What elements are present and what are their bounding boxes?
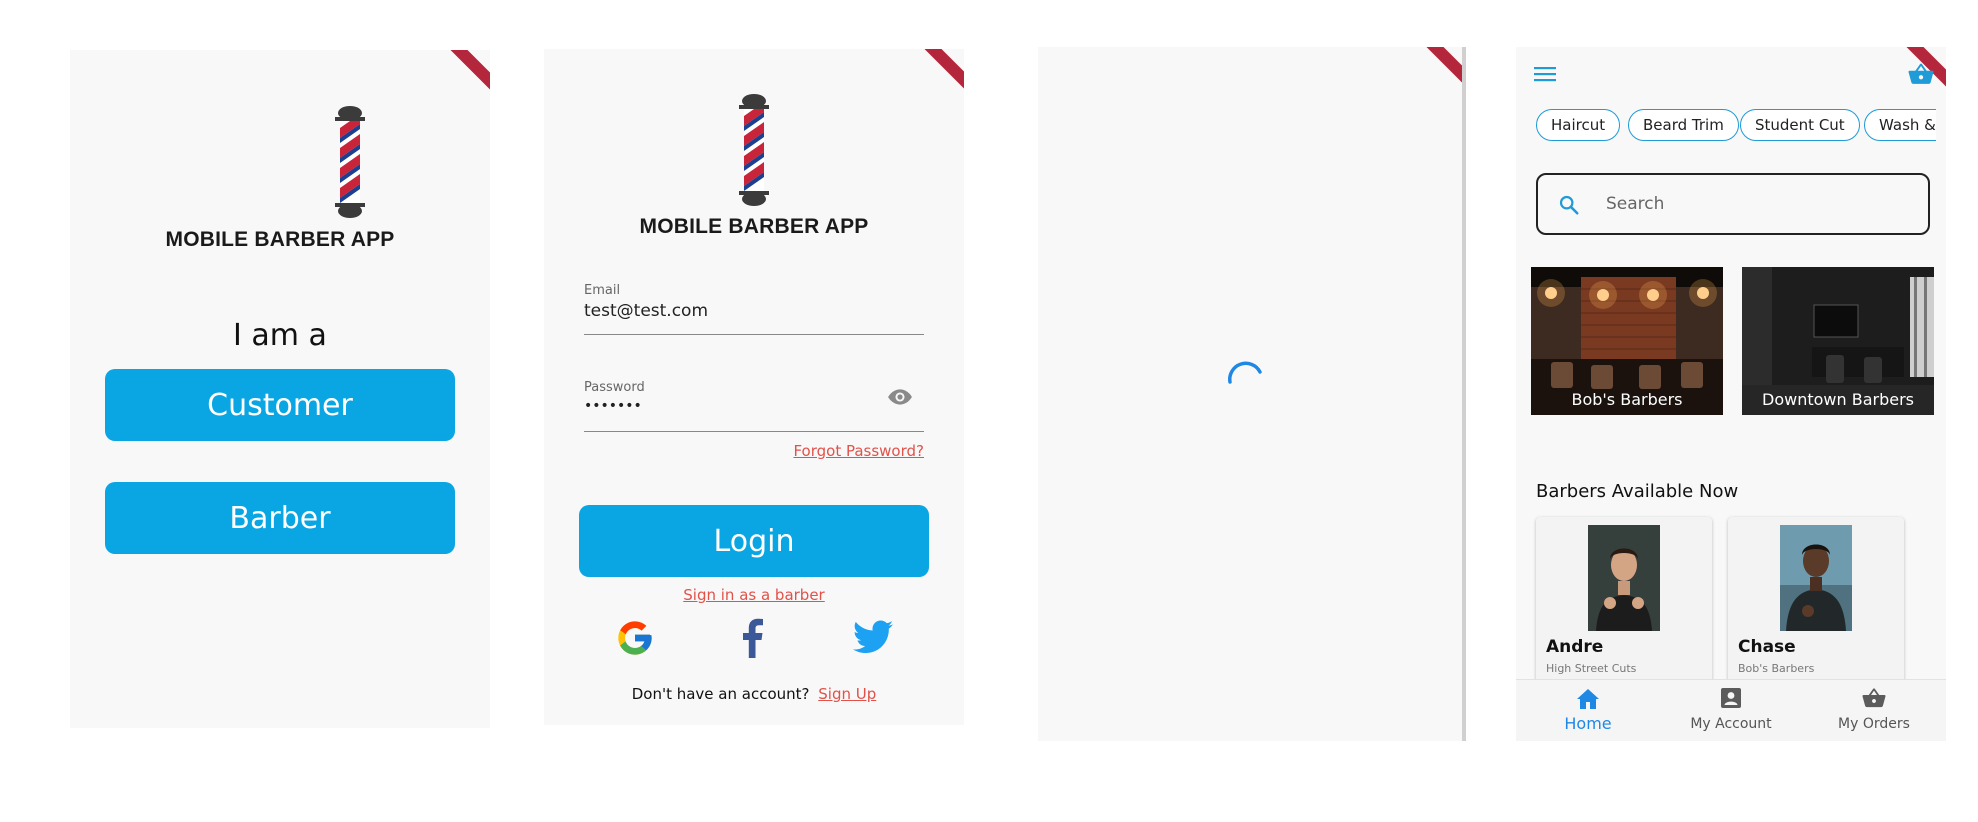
shop-card[interactable]: Bob's Barbers bbox=[1531, 267, 1723, 415]
email-label: Email bbox=[584, 283, 621, 298]
eye-icon[interactable] bbox=[887, 388, 913, 406]
barber-card[interactable]: Andre High Street Cuts bbox=[1536, 517, 1712, 687]
account-box-icon bbox=[1721, 688, 1741, 708]
home-screen: Haircut Beard Trim Student Cut Wash & Se… bbox=[1516, 47, 1946, 741]
barber-signin-link[interactable]: Sign in as a barber bbox=[544, 586, 964, 604]
barber-photo bbox=[1780, 525, 1852, 631]
chip-beard-trim[interactable]: Beard Trim bbox=[1628, 109, 1739, 141]
google-icon[interactable] bbox=[615, 618, 655, 658]
nav-my-account[interactable]: My Account bbox=[1659, 680, 1803, 740]
menu-icon[interactable] bbox=[1534, 66, 1556, 82]
shop-card[interactable]: Downtown Barbers bbox=[1742, 267, 1934, 415]
barber-name: Andre bbox=[1546, 637, 1604, 657]
shop-name: Bob's Barbers bbox=[1571, 390, 1683, 409]
nav-home-label: Home bbox=[1564, 714, 1612, 733]
login-screen: MOBILE BARBER APP Email test@test.com Pa… bbox=[544, 49, 964, 725]
shop-name: Downtown Barbers bbox=[1762, 390, 1914, 409]
basket-icon[interactable] bbox=[1908, 63, 1934, 85]
role-prompt: I am a bbox=[233, 318, 327, 353]
barber-button[interactable]: Barber bbox=[105, 482, 455, 554]
loading-screen bbox=[1038, 47, 1466, 741]
bottom-nav: Home My Account My Orders bbox=[1516, 679, 1946, 741]
customer-button[interactable]: Customer bbox=[105, 369, 455, 441]
app-title: MOBILE BARBER APP bbox=[639, 215, 869, 238]
chip-haircut[interactable]: Haircut bbox=[1536, 109, 1621, 141]
nav-my-orders[interactable]: My Orders bbox=[1802, 680, 1946, 740]
basket-icon bbox=[1862, 688, 1886, 708]
nav-my-orders-label: My Orders bbox=[1838, 716, 1910, 732]
screen-edge-shadow bbox=[1462, 47, 1466, 741]
facebook-icon[interactable] bbox=[740, 618, 764, 658]
loading-spinner-icon bbox=[1228, 361, 1262, 384]
search-box[interactable]: Search bbox=[1536, 173, 1930, 235]
chip-student-cut[interactable]: Student Cut bbox=[1740, 109, 1860, 141]
login-button[interactable]: Login bbox=[579, 505, 929, 577]
password-label: Password bbox=[584, 380, 645, 395]
nav-my-account-label: My Account bbox=[1690, 716, 1772, 732]
password-underline bbox=[584, 431, 924, 432]
email-field[interactable]: test@test.com bbox=[584, 301, 708, 321]
search-icon bbox=[1559, 195, 1579, 215]
debug-banner bbox=[450, 50, 490, 90]
chip-wash[interactable]: Wash & bbox=[1864, 109, 1936, 141]
barber-shop-name: Bob's Barbers bbox=[1738, 662, 1815, 675]
barber-name: Chase bbox=[1738, 637, 1796, 657]
signup-row: Don't have an account? Sign Up bbox=[544, 685, 964, 703]
barber-card[interactable]: Chase Bob's Barbers bbox=[1728, 517, 1904, 687]
signup-link[interactable]: Sign Up bbox=[818, 685, 876, 703]
app-title: MOBILE BARBER APP bbox=[165, 228, 395, 251]
signup-prompt: Don't have an account? bbox=[631, 685, 810, 703]
category-chips: Haircut Beard Trim Student Cut Wash & bbox=[1516, 107, 1936, 147]
role-select-screen: MOBILE BARBER APP I am a Customer Barber bbox=[70, 50, 490, 728]
barber-photo bbox=[1588, 525, 1660, 631]
home-icon bbox=[1577, 689, 1599, 709]
barber-pole-logo bbox=[335, 106, 365, 218]
barber-shop-name: High Street Cuts bbox=[1546, 662, 1637, 675]
nav-home[interactable]: Home bbox=[1516, 680, 1660, 740]
email-underline bbox=[584, 334, 924, 335]
section-title: Barbers Available Now bbox=[1536, 481, 1739, 502]
twitter-icon[interactable] bbox=[853, 620, 893, 654]
forgot-password-link[interactable]: Forgot Password? bbox=[793, 442, 924, 460]
debug-banner bbox=[924, 49, 964, 89]
barber-pole-logo bbox=[739, 94, 769, 206]
search-input[interactable]: Search bbox=[1606, 194, 1664, 214]
password-field[interactable]: ••••••• bbox=[584, 398, 642, 414]
debug-banner bbox=[1426, 47, 1466, 87]
